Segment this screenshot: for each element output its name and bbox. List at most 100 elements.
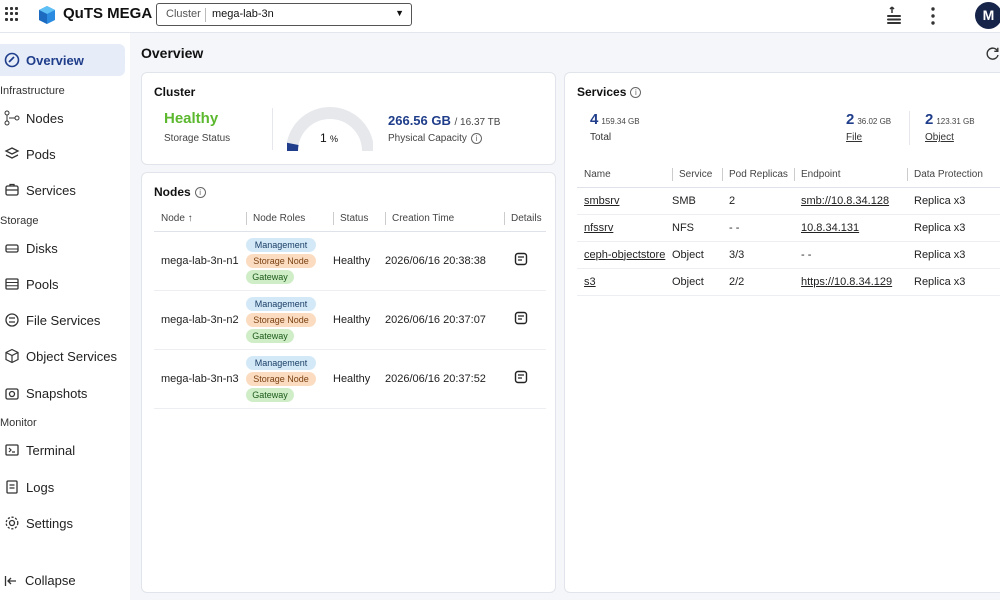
service-type: NFS: [672, 214, 722, 242]
node-name: mega-lab-3n-n2: [154, 290, 246, 350]
logs-icon: [6, 480, 18, 494]
dropdown-caret-icon: ▼: [395, 8, 404, 18]
info-icon[interactable]: i: [194, 186, 206, 198]
role-badge: Gateway: [246, 328, 294, 343]
details-icon[interactable]: [514, 370, 528, 384]
services-file-link[interactable]: File: [846, 132, 862, 143]
nodes-card-title: Nodes i: [154, 185, 206, 199]
role-badge: Gateway: [246, 387, 294, 402]
cluster-select[interactable]: Cluster mega-lab-3n ▼: [156, 3, 412, 26]
node-details[interactable]: [504, 231, 546, 291]
info-icon[interactable]: i: [470, 133, 482, 144]
sidebar-item-label: Disks: [26, 240, 58, 256]
services-table: Name Service Pod Replicas Endpoint Data …: [577, 163, 1000, 296]
sidebar-item-logs[interactable]: Logs: [0, 471, 125, 503]
section-storage: Storage: [0, 215, 39, 227]
pods-icon: [4, 147, 20, 159]
refresh-icon[interactable]: [985, 46, 1000, 61]
services-total-label: Total: [590, 132, 612, 143]
node-roles: Management Storage Node Gateway: [246, 349, 333, 409]
sidebar-item-label: Logs: [26, 479, 55, 495]
service-type: Object: [672, 241, 722, 269]
pod-replicas: - -: [722, 214, 794, 242]
cluster-status: Healthy: [164, 110, 219, 127]
sidebar-item-overview[interactable]: Overview: [0, 44, 125, 76]
column-header-endpoint: Endpoint: [794, 163, 907, 188]
node-name: mega-lab-3n-n3: [154, 349, 246, 409]
services-object-link[interactable]: Object: [925, 132, 954, 143]
node-details[interactable]: [504, 349, 546, 409]
collapse-button[interactable]: Collapse: [4, 573, 76, 588]
role-badge: Storage Node: [246, 312, 316, 327]
details-icon[interactable]: [514, 311, 528, 325]
user-avatar[interactable]: M: [975, 2, 1000, 29]
column-header-name[interactable]: Name: [577, 163, 672, 188]
sidebar-item-label: Nodes: [26, 110, 64, 126]
sidebar-item-settings[interactable]: Settings: [0, 507, 125, 539]
node-creation-time: 2026/06/16 20:38:38: [385, 231, 504, 291]
column-header-details: Details: [504, 207, 546, 232]
info-icon[interactable]: i: [630, 86, 642, 98]
pod-replicas: 3/3: [722, 241, 794, 269]
sidebar-item-label: Settings: [26, 515, 73, 531]
services-card-title: Services i: [577, 85, 642, 99]
node-status: Healthy: [333, 290, 385, 350]
data-protection: Replica x3: [907, 241, 1000, 269]
section-infrastructure: Infrastructure: [0, 85, 65, 97]
service-name-link[interactable]: s3: [584, 276, 596, 288]
role-badge: Gateway: [246, 269, 294, 284]
service-name-link[interactable]: nfssrv: [584, 222, 613, 234]
table-row: mega-lab-3n-n1 Management Storage Node G…: [154, 231, 546, 291]
table-row: s3 Object 2/2 https://10.8.34.129 Replic…: [577, 268, 1000, 296]
tasks-stack-icon[interactable]: [884, 5, 904, 25]
node-creation-time: 2026/06/16 20:37:52: [385, 349, 504, 409]
column-header-creation-time: Creation Time: [385, 207, 504, 232]
sidebar-item-label: Object Services: [26, 348, 118, 364]
node-status: Healthy: [333, 349, 385, 409]
collapse-arrow-icon: [4, 575, 16, 586]
storage-status-label: Storage Status: [164, 133, 231, 144]
service-name-link[interactable]: ceph-objectstore: [584, 249, 665, 261]
service-name-link[interactable]: smbsrv: [584, 195, 619, 207]
sidebar-item-terminal[interactable]: Terminal: [0, 434, 125, 466]
service-type: SMB: [672, 187, 722, 215]
object-services-icon: [5, 348, 19, 364]
collapse-label: Collapse: [25, 573, 76, 588]
overview-icon: [4, 52, 20, 68]
node-roles: Management Storage Node Gateway: [246, 290, 333, 350]
more-vertical-icon[interactable]: [929, 6, 937, 26]
column-header-service: Service: [672, 163, 722, 188]
table-row: mega-lab-3n-n2 Management Storage Node G…: [154, 290, 546, 350]
node-status: Healthy: [333, 231, 385, 291]
sidebar: Overview Infrastructure Nodes Pods Servi…: [0, 33, 130, 600]
sidebar-item-pods[interactable]: Pods: [0, 138, 125, 170]
pod-replicas: 2: [722, 187, 794, 215]
endpoint-link[interactable]: smb://10.8.34.128: [801, 195, 889, 207]
node-creation-time: 2026/06/16 20:37:07: [385, 290, 504, 350]
settings-icon: [5, 516, 19, 530]
apps-grid-icon[interactable]: [5, 7, 19, 21]
sidebar-item-file-services[interactable]: File Services: [0, 304, 125, 336]
node-details[interactable]: [504, 290, 546, 350]
sidebar-item-snapshots[interactable]: Snapshots: [0, 377, 125, 409]
cluster-select-value: mega-lab-3n: [212, 8, 274, 20]
column-header-node[interactable]: Node ↑: [154, 207, 246, 232]
data-protection: Replica x3: [907, 214, 1000, 242]
sidebar-item-disks[interactable]: Disks: [0, 232, 125, 264]
disks-icon: [5, 244, 19, 253]
snapshots-icon: [5, 388, 19, 400]
column-header-data-protection: Data Protection: [907, 163, 1000, 188]
service-type: Object: [672, 268, 722, 296]
sidebar-item-nodes[interactable]: Nodes: [0, 102, 125, 134]
sidebar-item-object-services[interactable]: Object Services: [0, 340, 125, 372]
details-icon[interactable]: [514, 252, 528, 266]
services-total-count: 4 159.34 GB: [590, 111, 640, 128]
endpoint-link[interactable]: 10.8.34.131: [801, 222, 859, 234]
sidebar-item-pools[interactable]: Pools: [0, 268, 125, 300]
table-row: smbsrv SMB 2 smb://10.8.34.128 Replica x…: [577, 187, 1000, 215]
nodes-card: Nodes i Node ↑ Node Roles Status Creatio…: [141, 172, 556, 593]
role-badge: Management: [246, 237, 316, 252]
endpoint-link[interactable]: https://10.8.34.129: [801, 276, 892, 288]
sidebar-item-services[interactable]: Services: [0, 174, 125, 206]
data-protection: Replica x3: [907, 187, 1000, 215]
